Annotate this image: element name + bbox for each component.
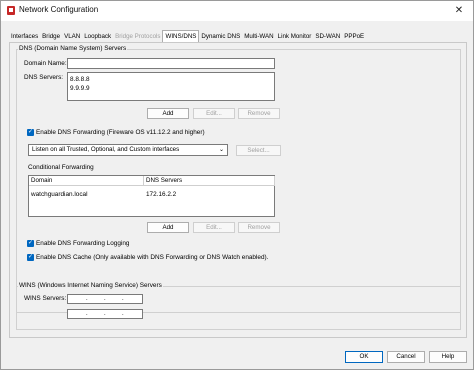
title-bar: Network Configuration ✕ bbox=[1, 1, 473, 21]
ip-dot: . bbox=[104, 296, 106, 302]
tab-strip: Interfaces Bridge VLAN Loopback Bridge P… bbox=[9, 30, 366, 43]
wins-servers-label: WINS Servers: bbox=[24, 295, 67, 302]
tab-loopback[interactable]: Loopback bbox=[82, 31, 113, 42]
ip-dot: . bbox=[104, 311, 106, 317]
ip-dot: . bbox=[122, 296, 124, 302]
tab-multi-wan[interactable]: Multi-WAN bbox=[242, 31, 275, 42]
tab-pppoe[interactable]: PPPoE bbox=[342, 31, 366, 42]
wins-servers-group bbox=[16, 286, 461, 330]
dns-logging-label: Enable DNS Forwarding Logging bbox=[36, 240, 130, 247]
domain-name-label: Domain Name: bbox=[24, 60, 67, 67]
listen-interfaces-select[interactable]: Listen on all Trusted, Optional, and Cus… bbox=[28, 144, 228, 156]
wins-group-title: WINS (Windows Internet Naming Service) S… bbox=[18, 282, 163, 289]
tab-bridge-protocols: Bridge Protocols bbox=[115, 33, 161, 40]
column-header-dns-servers[interactable]: DNS Servers bbox=[144, 176, 275, 186]
window-title: Network Configuration bbox=[19, 5, 99, 14]
dns-group-title: DNS (Domain Name System) Servers bbox=[18, 45, 128, 52]
network-configuration-window: Network Configuration ✕ Interfaces Bridg… bbox=[0, 0, 474, 370]
dns-server-entry[interactable]: 9.9.9.9 bbox=[70, 84, 272, 93]
close-button[interactable]: ✕ bbox=[451, 3, 467, 18]
dns-remove-button: Remove bbox=[238, 108, 280, 119]
dns-cache-label: Enable DNS Cache (Only available with DN… bbox=[36, 254, 269, 261]
tab-link-monitor[interactable]: Link Monitor bbox=[276, 31, 314, 42]
column-header-domain[interactable]: Domain bbox=[29, 176, 144, 186]
dns-servers-label: DNS Servers: bbox=[24, 74, 64, 81]
cf-remove-button: Remove bbox=[238, 222, 280, 233]
dns-logging-checkbox[interactable]: ✓ bbox=[27, 240, 34, 247]
domain-name-input[interactable] bbox=[67, 58, 275, 69]
table-row-domain[interactable]: watchguardian.local bbox=[31, 191, 88, 198]
tab-interfaces[interactable]: Interfaces bbox=[9, 31, 40, 42]
dns-cache-checkbox[interactable]: ✓ bbox=[27, 254, 34, 261]
dns-add-button[interactable]: Add bbox=[147, 108, 189, 119]
ip-dot: . bbox=[86, 296, 88, 302]
listen-interfaces-value: Listen on all Trusted, Optional, and Cus… bbox=[32, 146, 180, 153]
dns-edit-button: Edit... bbox=[193, 108, 235, 119]
app-logo-icon bbox=[7, 6, 15, 15]
help-button[interactable]: Help bbox=[429, 351, 467, 363]
ip-dot: . bbox=[122, 311, 124, 317]
chevron-down-icon: ⌄ bbox=[218, 147, 224, 153]
wins-server-1-input[interactable]: . . . bbox=[67, 294, 143, 304]
conditional-forwarding-table[interactable]: Domain DNS Servers watchguardian.local 1… bbox=[28, 175, 275, 217]
table-row-dns-servers[interactable]: 172.16.2.2 bbox=[146, 191, 176, 198]
tab-bridge[interactable]: Bridge bbox=[40, 31, 62, 42]
tab-vlan[interactable]: VLAN bbox=[62, 31, 82, 42]
wins-dns-panel: DNS (Domain Name System) Servers Domain … bbox=[9, 42, 467, 338]
ok-button[interactable]: OK bbox=[345, 351, 383, 363]
dns-server-entry[interactable]: 8.8.8.8 bbox=[70, 75, 272, 84]
tab-sd-wan[interactable]: SD-WAN bbox=[313, 31, 342, 42]
dns-forwarding-checkbox[interactable]: ✓ bbox=[27, 129, 34, 136]
cf-add-button[interactable]: Add bbox=[147, 222, 189, 233]
tab-dynamic-dns[interactable]: Dynamic DNS bbox=[199, 31, 242, 42]
select-interfaces-button: Select... bbox=[236, 145, 281, 156]
dns-forwarding-label: Enable DNS Forwarding (Fireware OS v11.1… bbox=[36, 129, 205, 136]
cf-edit-button: Edit... bbox=[193, 222, 235, 233]
conditional-forwarding-title: Conditional Forwarding bbox=[28, 164, 94, 171]
cancel-button[interactable]: Cancel bbox=[387, 351, 425, 363]
wins-server-2-input[interactable]: . . . bbox=[67, 309, 143, 319]
dns-servers-list[interactable]: 8.8.8.8 9.9.9.9 bbox=[67, 72, 275, 101]
ip-dot: . bbox=[86, 311, 88, 317]
